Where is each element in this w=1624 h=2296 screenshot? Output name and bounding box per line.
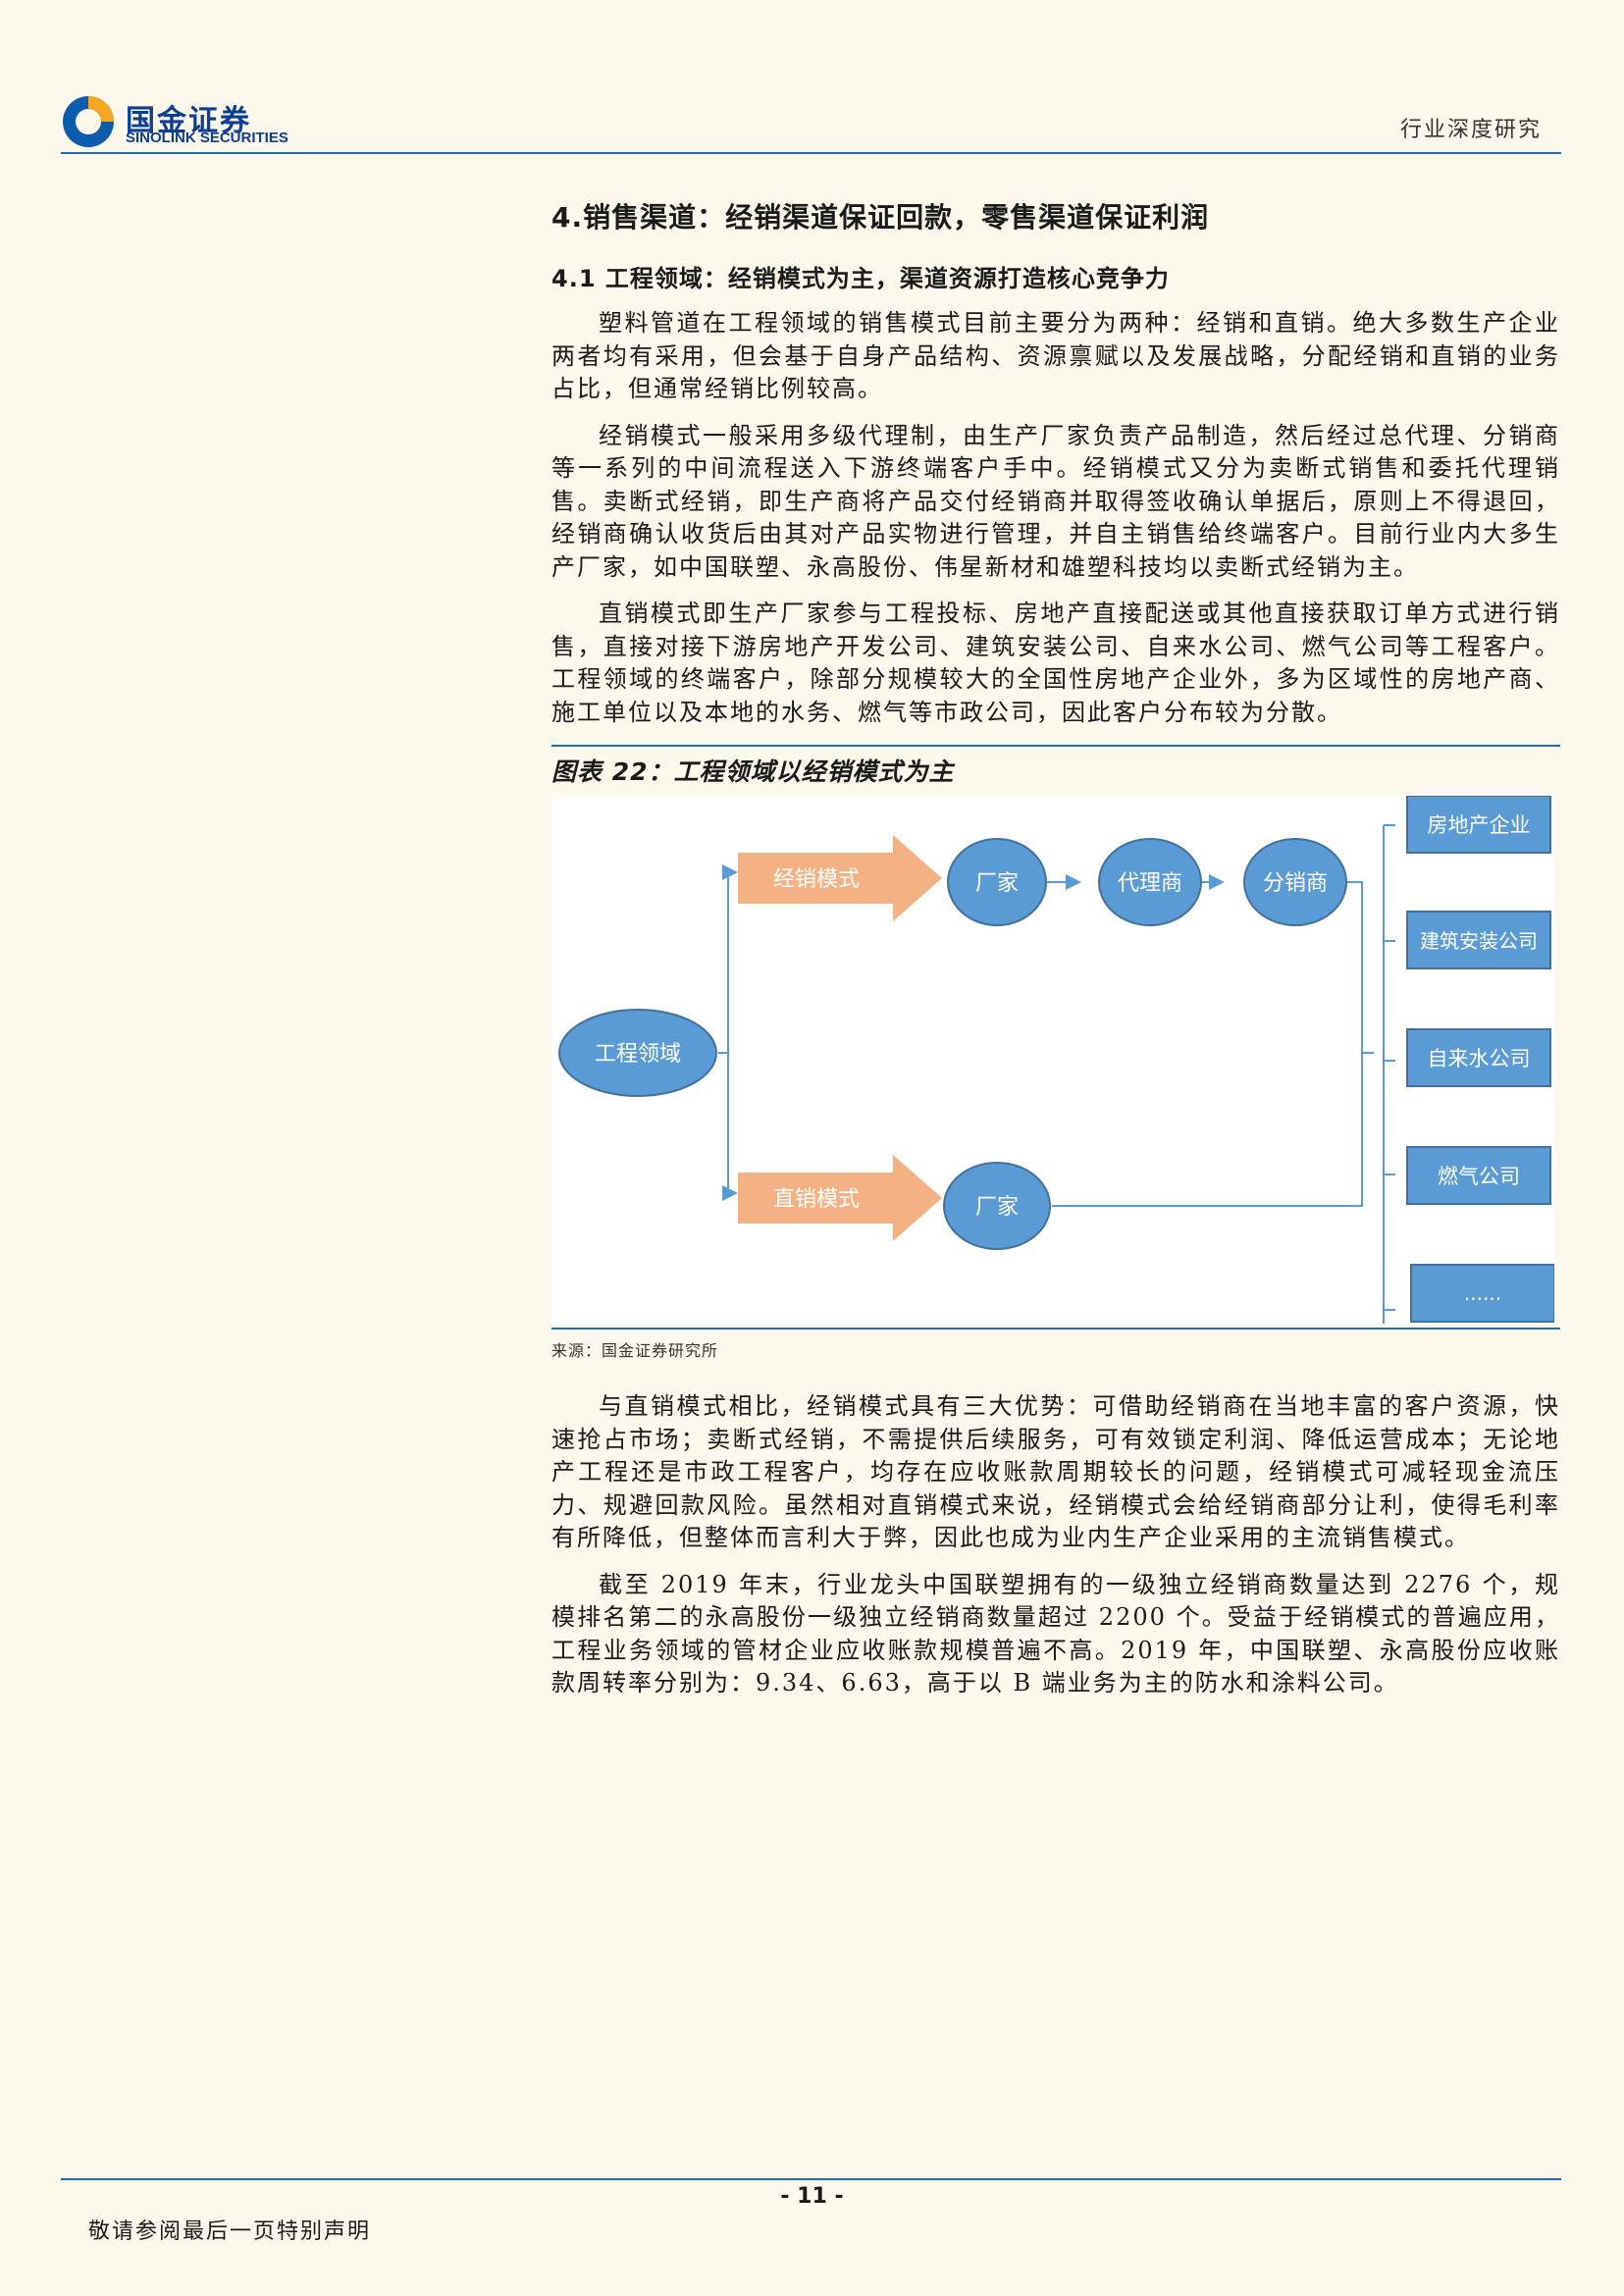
customer-label: ...... [1464,1281,1501,1305]
root-node-label: 工程领域 [595,1042,681,1067]
section-title: 4.销售渠道：经销渠道保证回款，零售渠道保证利润 [551,201,1210,234]
figure-footer-rule [551,1328,1560,1330]
chain-node-label: 厂家 [975,871,1019,896]
chain-node-label: 厂家 [975,1195,1019,1220]
paragraph: 经销模式一般采用多级代理制，由生产厂家负责产品制造，然后经过总代理、分销商等一系… [551,421,1560,581]
customer-box-water: 自来水公司 [1406,1028,1551,1087]
customer-box-more: ...... [1410,1264,1554,1323]
figure-source: 来源：国金证券研究所 [551,1341,719,1360]
customer-label: 燃气公司 [1438,1165,1520,1188]
header-divider [61,152,1561,154]
chain-node-distributor: 分销商 [1243,838,1347,926]
company-logo: 国金证券 SINOLINK SECURITIES [61,94,296,149]
sinolink-logo-icon [63,96,114,147]
chain-node-label: 代理商 [1118,871,1182,896]
chain-node-label: 分销商 [1263,871,1328,896]
direct-node-manufacturer: 厂家 [943,1162,1051,1250]
dist-branch-label: 经销模式 [773,867,860,892]
chain-node-manufacturer: 厂家 [947,838,1047,926]
direct-branch-label: 直销模式 [773,1187,860,1212]
paragraph: 与直销模式相比，经销模式具有三大优势：可借助经销商在当地丰富的客户资源，快速抢占… [551,1392,1560,1551]
main-content: 4.销售渠道：经销渠道保证回款，零售渠道保证利润 4.1 工程领域：经销模式为主… [551,196,1560,1714]
customer-label: 房地产企业 [1428,813,1531,837]
disclaimer-note: 敬请参阅最后一页特别声明 [88,2219,372,2244]
paragraph: 直销模式即生产厂家参与工程投标、房地产直接配送或其他直接获取订单方式进行销售，直… [551,600,1560,726]
page-number: - 11 - [780,2184,844,2209]
dist-branch-arrow: 经销模式 [738,835,942,921]
customer-label: 自来水公司 [1428,1047,1531,1070]
customer-box-realestate: 房地产企业 [1406,796,1551,854]
figure-header: 图表 22：工程领域以经销模式为主 [551,745,1560,788]
paragraph: 截至 2019 年末，行业龙头中国联塑拥有的一级独立经销商数量达到 2276 个… [551,1570,1560,1697]
chain-node-agent: 代理商 [1098,838,1202,926]
root-node: 工程领域 [558,1009,717,1097]
customer-box-construction: 建筑安装公司 [1406,911,1551,969]
section-subtitle: 4.1 工程领域：经销模式为主，渠道资源打造核心竞争力 [551,265,1170,292]
direct-branch-arrow: 直销模式 [738,1155,942,1241]
sales-channel-diagram: 工程领域 经销模式 直销模式 厂家 代理商 分销商 厂家 房地产企业 建筑安装公… [551,796,1554,1324]
customer-box-gas: 燃气公司 [1406,1146,1551,1205]
customer-label: 建筑安装公司 [1420,929,1538,953]
figure-title: 图表 22：工程领域以经销模式为主 [551,757,955,786]
footer-divider [61,2178,1561,2180]
paragraph: 塑料管道在工程领域的销售模式目前主要分为两种：经销和直销。绝大多数生产企业两者均… [551,309,1560,402]
report-category: 行业深度研究 [1399,118,1542,142]
logo-en-text: SINOLINK SECURITIES [126,130,288,146]
